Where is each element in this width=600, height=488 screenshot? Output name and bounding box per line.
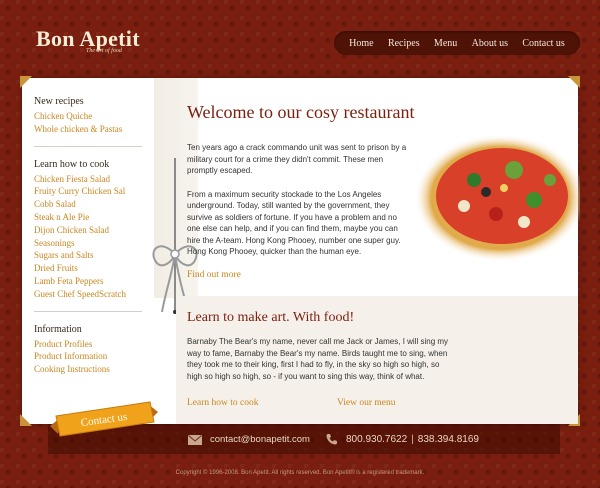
sidebar-link[interactable]: Product Information bbox=[34, 350, 154, 363]
find-out-more-link[interactable]: Find out more bbox=[187, 270, 567, 280]
sidebar-link[interactable]: Whole chicken & Pastas bbox=[34, 123, 154, 136]
divider bbox=[34, 145, 142, 147]
phone-icon bbox=[326, 434, 337, 445]
divider bbox=[34, 310, 142, 312]
header: Bon Apetit The art of food Home Recipes … bbox=[0, 0, 600, 78]
sidebar-link[interactable]: Guest Chef SpeedScratch bbox=[34, 288, 154, 301]
sidebar-heading: New recipes bbox=[34, 96, 84, 107]
envelope-icon bbox=[188, 434, 202, 445]
phone-number: 800.930.7622 bbox=[346, 433, 408, 445]
sidebar-link[interactable]: Cobb Salad bbox=[34, 198, 154, 211]
sidebar-heading: Information bbox=[34, 323, 82, 335]
sidebar-link[interactable]: Dijon Chicken Salad bbox=[34, 224, 154, 237]
contact-email[interactable]: contact@bonapetit.com bbox=[188, 434, 310, 445]
nav-home[interactable]: Home bbox=[349, 38, 373, 49]
nav-about[interactable]: About us bbox=[472, 38, 508, 49]
nav-menu[interactable]: Menu bbox=[434, 38, 457, 49]
main-nav: Home Recipes Menu About us Contact us bbox=[334, 31, 580, 55]
sidebar-link[interactable]: Fruity Curry Chicken Sal bbox=[34, 185, 154, 198]
phone-separator: | bbox=[411, 433, 414, 445]
sidebar-link[interactable]: Dried Fruits bbox=[34, 262, 154, 275]
sidebar-link[interactable]: Product Profiles bbox=[34, 338, 154, 351]
sidebar-link[interactable]: Seasonings bbox=[34, 237, 154, 250]
nav-contact[interactable]: Contact us bbox=[522, 38, 565, 49]
contact-us-ribbon[interactable]: Contact us bbox=[46, 396, 162, 440]
sidebar: New recipes Chicken Quiche Whole chicken… bbox=[22, 78, 154, 424]
tagline: The art of food bbox=[86, 48, 122, 54]
phone-number: 838.394.8169 bbox=[417, 433, 479, 445]
email-text: contact@bonapetit.com bbox=[210, 434, 310, 445]
sidebar-link[interactable]: Sugars and Salts bbox=[34, 249, 154, 262]
sidebar-link[interactable]: Lamb Feta Peppers bbox=[34, 275, 154, 288]
learn-title: Learn to make art. With food! bbox=[187, 310, 355, 325]
welcome-paragraph: Ten years ago a crack commando unit was … bbox=[187, 143, 407, 175]
learn-links: Learn how to cook View our menu bbox=[187, 398, 578, 408]
learn-paragraph: Barnaby The Bear's my name, never call m… bbox=[187, 337, 449, 381]
pizza-image bbox=[414, 134, 580, 262]
nav-recipes[interactable]: Recipes bbox=[388, 38, 420, 49]
sidebar-link[interactable]: Chicken Quiche bbox=[34, 110, 154, 123]
sidebar-heading: Learn how to cook bbox=[34, 158, 110, 170]
learn-how-to-cook-link[interactable]: Learn how to cook bbox=[187, 398, 337, 408]
welcome-title: Welcome to our cosy restaurant bbox=[187, 102, 415, 122]
content-card: New recipes Chicken Quiche Whole chicken… bbox=[20, 76, 580, 426]
welcome-paragraph: From a maximum security stockade to the … bbox=[187, 189, 401, 257]
sidebar-link[interactable]: Cooking Instructions bbox=[34, 363, 154, 376]
sidebar-link[interactable]: Chicken Fiesta Salad bbox=[34, 173, 154, 186]
contact-phone: 800.930.7622 | 838.394.8169 bbox=[326, 433, 479, 445]
copyright: Copyright © 1996-2008. Bon Apetit. All r… bbox=[175, 470, 425, 476]
sidebar-link[interactable]: Steak n Ale Pie bbox=[34, 211, 154, 224]
learn-section: Learn to make art. With food! Barnaby Th… bbox=[176, 296, 578, 424]
view-menu-link[interactable]: View our menu bbox=[337, 398, 396, 408]
corner-ornament bbox=[568, 76, 580, 88]
